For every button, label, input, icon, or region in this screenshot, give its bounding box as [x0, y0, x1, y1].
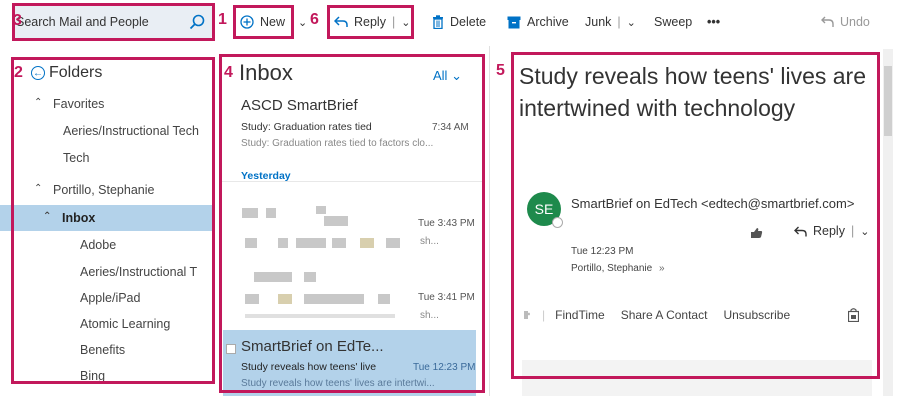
filter-dropdown[interactable]: All ⌄ [433, 68, 462, 84]
reading-reply-button[interactable]: Reply | ⌄ [794, 224, 869, 238]
like-icon[interactable] [750, 227, 763, 239]
undo-icon [821, 16, 834, 28]
delete-button[interactable]: Delete [432, 11, 486, 33]
caret-up-icon[interactable]: ⌃ [43, 211, 51, 222]
chevron-down-icon[interactable]: ⌄ [401, 16, 410, 29]
reply-icon [334, 16, 348, 28]
addin-icon [522, 309, 534, 321]
inbox-title: Inbox [239, 60, 293, 85]
reply-icon [794, 226, 807, 237]
unsubscribe-addin[interactable]: Unsubscribe [723, 308, 790, 322]
addins-bar: | FindTime Share A Contact Unsubscribe [522, 308, 806, 322]
search-input[interactable]: Search Mail and People [16, 15, 149, 29]
folder-portillo-stephanie[interactable]: ⌃ Portillo, Stephanie [0, 177, 214, 203]
undo-label: Undo [840, 15, 870, 29]
blurred-text [242, 208, 258, 218]
callout-number-1: 1 [218, 11, 227, 28]
chevron-down-icon[interactable]: ⌄ [860, 225, 869, 238]
more-actions-button[interactable]: ••• [707, 11, 720, 33]
search-icon[interactable] [189, 14, 205, 30]
new-dropdown-chevron[interactable]: ⌄ [298, 11, 307, 33]
email-body [522, 360, 872, 396]
callout-number-2: 2 [14, 64, 23, 81]
email-time: Tue 12:23 PM [571, 246, 634, 257]
select-checkbox[interactable] [226, 344, 236, 354]
search-box[interactable]: Search Mail and People [13, 6, 212, 38]
group-label-yesterday: Yesterday [241, 170, 291, 182]
toolbar: Search Mail and People New ⌄ Reply | ⌄ D… [0, 0, 897, 46]
scrollbar-thumb[interactable] [884, 66, 892, 136]
trash-icon [432, 15, 444, 29]
callout-number-5: 5 [496, 62, 505, 79]
reply-label: Reply [354, 15, 386, 29]
archive-button[interactable]: Archive [507, 11, 569, 33]
folder-pane: ← Folders ⌃ Favorites Aeries/Instruction… [0, 46, 218, 396]
chevron-down-icon: ⌄ [451, 68, 462, 83]
findtime-addin[interactable]: FindTime [555, 308, 605, 322]
chevron-down-icon: ⌄ [298, 16, 308, 29]
caret-up-icon[interactable]: ⌃ [34, 183, 42, 194]
folder-benefits[interactable]: Benefits [0, 337, 214, 363]
share-contact-addin[interactable]: Share A Contact [621, 308, 708, 322]
folder-aeries-instructional-tech[interactable]: Aeries/Instructional Tech [0, 118, 214, 144]
folder-bing[interactable]: Bing [0, 363, 214, 389]
message-item-selected[interactable]: SmartBrief on EdTe... Study reveals how … [223, 330, 476, 396]
sweep-label: Sweep [654, 15, 693, 29]
junk-label: Junk [585, 15, 612, 29]
reply-button[interactable]: Reply | ⌄ [334, 11, 410, 33]
message-item[interactable]: Tue 3:43 PM sh... [220, 196, 482, 256]
email-subject: Study reveals how teens' lives are inter… [519, 63, 867, 121]
message-item[interactable]: Tue 3:41 PM sh... [220, 256, 482, 326]
more-icon: ••• [707, 15, 721, 29]
expand-chevron-icon[interactable]: » [659, 263, 665, 274]
new-label: New [260, 15, 286, 29]
callout-number-6: 6 [310, 11, 319, 28]
folder-apple-ipad[interactable]: Apple/iPad [0, 285, 214, 311]
presence-icon [552, 217, 563, 228]
delete-label: Delete [450, 15, 487, 29]
folders-header[interactable]: ← Folders [31, 64, 102, 82]
back-arrow-icon[interactable]: ← [31, 66, 45, 80]
message-list: Inbox All ⌄ ASCD SmartBrief Study: Gradu… [220, 46, 490, 396]
archive-label: Archive [527, 15, 569, 29]
folder-tech[interactable]: Tech [0, 145, 214, 171]
folder-inbox[interactable]: ⌃ Inbox [0, 205, 214, 231]
archive-icon [507, 16, 521, 29]
reading-pane: Study reveals how teens' lives are inter… [492, 46, 897, 396]
store-icon[interactable] [848, 308, 859, 322]
folder-favorites[interactable]: ⌃ Favorites [0, 91, 214, 117]
folder-adobe[interactable]: Adobe [0, 232, 214, 258]
blurred-text [254, 272, 292, 282]
caret-up-icon[interactable]: ⌃ [34, 97, 42, 108]
callout-number-4: 4 [224, 64, 233, 81]
sender-address[interactable]: SmartBrief on EdTech <edtech@smartbrief.… [571, 196, 871, 211]
sweep-button[interactable]: Sweep [654, 11, 692, 33]
folder-atomic-learning[interactable]: Atomic Learning [0, 311, 214, 337]
avatar[interactable]: SE [527, 192, 563, 228]
message-item[interactable]: ASCD SmartBrief Study: Graduation rates … [220, 92, 482, 182]
callout-number-3: 3 [13, 12, 22, 29]
undo-button[interactable]: Undo [821, 11, 870, 33]
email-recipient[interactable]: Portillo, Stephanie » [571, 263, 665, 274]
folders-title: Folders [49, 64, 103, 81]
junk-button[interactable]: Junk | ⌄ [585, 11, 636, 33]
plus-circle-icon [240, 15, 254, 29]
chevron-down-icon[interactable]: ⌄ [627, 16, 636, 29]
folder-aeries-instructional-t[interactable]: Aeries/Instructional T [0, 259, 214, 285]
new-button[interactable]: New [240, 11, 285, 33]
